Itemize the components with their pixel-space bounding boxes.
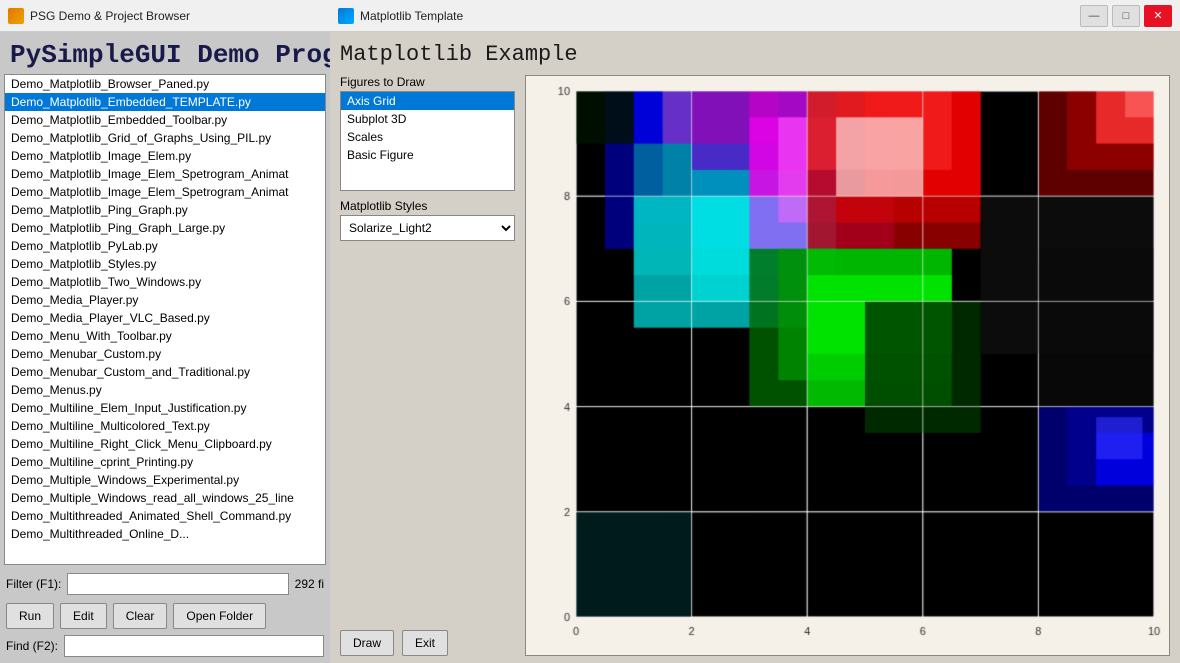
mpl-icon: [338, 8, 354, 24]
file-item[interactable]: Demo_Matplotlib_Ping_Graph_Large.py: [5, 219, 325, 237]
filter-row: Filter (F1): 292 fi: [0, 569, 330, 599]
file-item[interactable]: Demo_Matplotlib_Image_Elem_Spetrogram_An…: [5, 183, 325, 201]
styles-label: Matplotlib Styles: [340, 199, 515, 213]
right-content: Figures to Draw Axis GridSubplot 3DScale…: [340, 75, 1170, 656]
clear-button[interactable]: Clear: [113, 603, 168, 629]
figure-item[interactable]: Scales: [341, 128, 514, 146]
psg-icon: [8, 8, 24, 24]
button-row: Run Edit Clear Open Folder: [0, 599, 330, 633]
file-item[interactable]: Demo_Multiple_Windows_read_all_windows_2…: [5, 489, 325, 507]
mpl-heading: Matplotlib Example: [340, 42, 1170, 67]
psg-titlebar: PSG Demo & Project Browser: [0, 0, 330, 32]
left-panel: PySimpleGUI Demo Progr Demo_Matplotlib_B…: [0, 32, 330, 663]
file-item[interactable]: Demo_Multiline_Elem_Input_Justification.…: [5, 399, 325, 417]
draw-button[interactable]: Draw: [340, 630, 394, 656]
filter-label: Filter (F1):: [6, 577, 61, 591]
find-input[interactable]: [64, 635, 324, 657]
file-item[interactable]: Demo_Multithreaded_Online_D...: [5, 525, 325, 543]
mpl-titlebar: Matplotlib Template — □ ✕: [330, 0, 1180, 32]
filter-count: 292 fi: [295, 577, 324, 591]
exit-button[interactable]: Exit: [402, 630, 448, 656]
file-item[interactable]: Demo_Menubar_Custom.py: [5, 345, 325, 363]
file-item[interactable]: Demo_Media_Player_VLC_Based.py: [5, 309, 325, 327]
file-item[interactable]: Demo_Multiline_Right_Click_Menu_Clipboar…: [5, 435, 325, 453]
find-row: Find (F2):: [0, 633, 330, 663]
figure-item[interactable]: Axis Grid: [341, 92, 514, 110]
file-item[interactable]: Demo_Menubar_Custom_and_Traditional.py: [5, 363, 325, 381]
find-label: Find (F2):: [6, 639, 58, 653]
minimize-button[interactable]: —: [1080, 5, 1108, 27]
edit-button[interactable]: Edit: [60, 603, 107, 629]
right-panel: Matplotlib Example Figures to Draw Axis …: [330, 32, 1180, 663]
maximize-button[interactable]: □: [1112, 5, 1140, 27]
psg-titlebar-title: PSG Demo & Project Browser: [30, 9, 190, 23]
file-item[interactable]: Demo_Menus.py: [5, 381, 325, 399]
style-select[interactable]: Solarize_Light2defaultdark_backgroundggp…: [340, 215, 515, 241]
close-button[interactable]: ✕: [1144, 5, 1172, 27]
file-list[interactable]: Demo_Matplotlib_Browser_Paned.pyDemo_Mat…: [4, 74, 326, 565]
run-button[interactable]: Run: [6, 603, 54, 629]
file-item[interactable]: Demo_Matplotlib_Browser_Paned.py: [5, 75, 325, 93]
file-item[interactable]: Demo_Matplotlib_Two_Windows.py: [5, 273, 325, 291]
filter-input[interactable]: [67, 573, 288, 595]
app-title: PySimpleGUI Demo Progr: [0, 32, 330, 74]
file-item[interactable]: Demo_Matplotlib_Image_Elem_Spetrogram_An…: [5, 165, 325, 183]
file-item[interactable]: Demo_Matplotlib_Embedded_Toolbar.py: [5, 111, 325, 129]
file-item[interactable]: Demo_Matplotlib_Image_Elem.py: [5, 147, 325, 165]
file-item[interactable]: Demo_Multiple_Windows_Experimental.py: [5, 471, 325, 489]
figures-label: Figures to Draw: [340, 75, 515, 89]
figure-item[interactable]: Basic Figure: [341, 146, 514, 164]
file-item[interactable]: Demo_Menu_With_Toolbar.py: [5, 327, 325, 345]
chart-canvas: [526, 76, 1169, 652]
bottom-buttons: Draw Exit: [340, 622, 515, 656]
file-item[interactable]: Demo_Multiline_cprint_Printing.py: [5, 453, 325, 471]
chart-area: [525, 75, 1170, 656]
file-item[interactable]: Demo_Matplotlib_PyLab.py: [5, 237, 325, 255]
open-folder-button[interactable]: Open Folder: [173, 603, 266, 629]
file-item[interactable]: Demo_Multithreaded_Animated_Shell_Comman…: [5, 507, 325, 525]
file-item[interactable]: Demo_Matplotlib_Embedded_TEMPLATE.py: [5, 93, 325, 111]
controls-panel: Figures to Draw Axis GridSubplot 3DScale…: [340, 75, 515, 656]
titlebar-controls: — □ ✕: [1080, 5, 1172, 27]
styles-section: Matplotlib Styles Solarize_Light2default…: [340, 199, 515, 241]
file-item[interactable]: Demo_Matplotlib_Grid_of_Graphs_Using_PIL…: [5, 129, 325, 147]
figures-listbox[interactable]: Axis GridSubplot 3DScalesBasic Figure: [340, 91, 515, 191]
file-item[interactable]: Demo_Matplotlib_Ping_Graph.py: [5, 201, 325, 219]
figure-item[interactable]: Subplot 3D: [341, 110, 514, 128]
file-item[interactable]: Demo_Multiline_Multicolored_Text.py: [5, 417, 325, 435]
mpl-titlebar-title: Matplotlib Template: [360, 9, 463, 23]
file-item[interactable]: Demo_Media_Player.py: [5, 291, 325, 309]
file-item[interactable]: Demo_Matplotlib_Styles.py: [5, 255, 325, 273]
figures-section: Figures to Draw Axis GridSubplot 3DScale…: [340, 75, 515, 191]
